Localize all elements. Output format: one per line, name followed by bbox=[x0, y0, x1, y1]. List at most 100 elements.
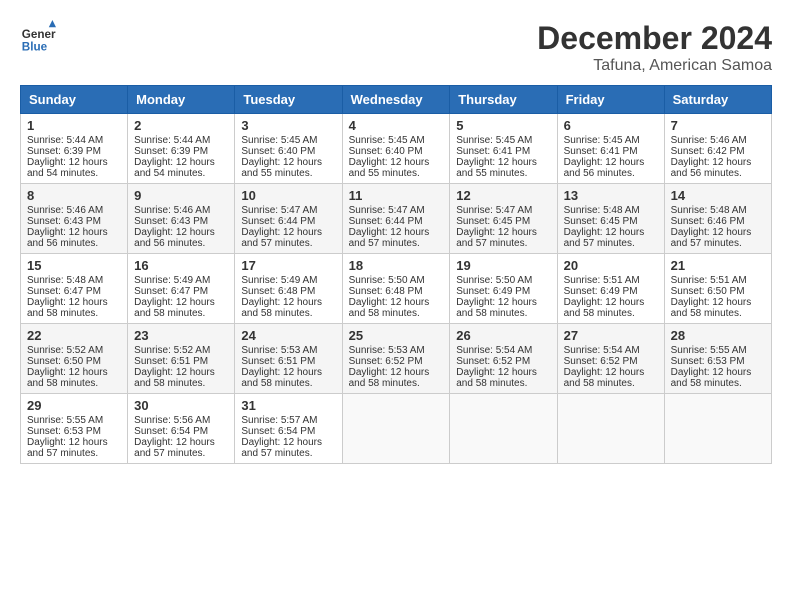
day-number: 6 bbox=[564, 118, 658, 133]
day-number: 27 bbox=[564, 328, 658, 343]
day-cell-12: 12 Sunrise: 5:47 AM Sunset: 6:45 PM Dayl… bbox=[450, 184, 557, 254]
col-saturday: Saturday bbox=[664, 86, 771, 114]
daylight-label: Daylight: 12 hours and 55 minutes. bbox=[241, 157, 322, 179]
day-cell-28: 28 Sunrise: 5:55 AM Sunset: 6:53 PM Dayl… bbox=[664, 324, 771, 394]
sunset-label: Sunset: 6:39 PM bbox=[134, 146, 208, 157]
daylight-label: Daylight: 12 hours and 57 minutes. bbox=[564, 227, 645, 249]
title-section: December 2024 Tafuna, American Samoa bbox=[537, 20, 772, 75]
sunrise-label: Sunrise: 5:45 AM bbox=[456, 135, 532, 146]
day-cell-10: 10 Sunrise: 5:47 AM Sunset: 6:44 PM Dayl… bbox=[235, 184, 342, 254]
day-cell-11: 11 Sunrise: 5:47 AM Sunset: 6:44 PM Dayl… bbox=[342, 184, 450, 254]
empty-cell bbox=[450, 394, 557, 464]
sunrise-label: Sunrise: 5:54 AM bbox=[456, 345, 532, 356]
day-number: 20 bbox=[564, 258, 658, 273]
daylight-label: Daylight: 12 hours and 56 minutes. bbox=[671, 157, 752, 179]
day-cell-8: 8 Sunrise: 5:46 AM Sunset: 6:43 PM Dayli… bbox=[21, 184, 128, 254]
sunset-label: Sunset: 6:52 PM bbox=[456, 356, 530, 367]
col-tuesday: Tuesday bbox=[235, 86, 342, 114]
day-number: 26 bbox=[456, 328, 550, 343]
day-number: 22 bbox=[27, 328, 121, 343]
day-cell-15: 15 Sunrise: 5:48 AM Sunset: 6:47 PM Dayl… bbox=[21, 254, 128, 324]
day-number: 28 bbox=[671, 328, 765, 343]
sunset-label: Sunset: 6:52 PM bbox=[349, 356, 423, 367]
page-header: General Blue December 2024 Tafuna, Ameri… bbox=[20, 20, 772, 75]
sunset-label: Sunset: 6:54 PM bbox=[134, 426, 208, 437]
sunrise-label: Sunrise: 5:48 AM bbox=[27, 275, 103, 286]
day-number: 30 bbox=[134, 398, 228, 413]
sunset-label: Sunset: 6:41 PM bbox=[456, 146, 530, 157]
col-sunday: Sunday bbox=[21, 86, 128, 114]
day-number: 13 bbox=[564, 188, 658, 203]
daylight-label: Daylight: 12 hours and 58 minutes. bbox=[134, 367, 215, 389]
daylight-label: Daylight: 12 hours and 57 minutes. bbox=[134, 437, 215, 459]
day-cell-5: 5 Sunrise: 5:45 AM Sunset: 6:41 PM Dayli… bbox=[450, 114, 557, 184]
col-monday: Monday bbox=[128, 86, 235, 114]
day-number: 4 bbox=[349, 118, 444, 133]
sunrise-label: Sunrise: 5:44 AM bbox=[27, 135, 103, 146]
sunset-label: Sunset: 6:49 PM bbox=[564, 286, 638, 297]
daylight-label: Daylight: 12 hours and 57 minutes. bbox=[241, 227, 322, 249]
sunrise-label: Sunrise: 5:46 AM bbox=[671, 135, 747, 146]
day-cell-6: 6 Sunrise: 5:45 AM Sunset: 6:41 PM Dayli… bbox=[557, 114, 664, 184]
daylight-label: Daylight: 12 hours and 58 minutes. bbox=[27, 297, 108, 319]
sunset-label: Sunset: 6:47 PM bbox=[134, 286, 208, 297]
sunrise-label: Sunrise: 5:54 AM bbox=[564, 345, 640, 356]
daylight-label: Daylight: 12 hours and 57 minutes. bbox=[241, 437, 322, 459]
calendar-table: Sunday Monday Tuesday Wednesday Thursday… bbox=[20, 85, 772, 464]
day-number: 14 bbox=[671, 188, 765, 203]
day-number: 31 bbox=[241, 398, 335, 413]
sunset-label: Sunset: 6:40 PM bbox=[241, 146, 315, 157]
daylight-label: Daylight: 12 hours and 58 minutes. bbox=[241, 367, 322, 389]
day-cell-24: 24 Sunrise: 5:53 AM Sunset: 6:51 PM Dayl… bbox=[235, 324, 342, 394]
daylight-label: Daylight: 12 hours and 55 minutes. bbox=[456, 157, 537, 179]
sunset-label: Sunset: 6:44 PM bbox=[241, 216, 315, 227]
sunset-label: Sunset: 6:51 PM bbox=[241, 356, 315, 367]
sunrise-label: Sunrise: 5:51 AM bbox=[564, 275, 640, 286]
day-number: 11 bbox=[349, 188, 444, 203]
sunrise-label: Sunrise: 5:56 AM bbox=[134, 415, 210, 426]
svg-text:General: General bbox=[22, 28, 56, 41]
day-number: 9 bbox=[134, 188, 228, 203]
day-cell-30: 30 Sunrise: 5:56 AM Sunset: 6:54 PM Dayl… bbox=[128, 394, 235, 464]
sunrise-label: Sunrise: 5:53 AM bbox=[241, 345, 317, 356]
daylight-label: Daylight: 12 hours and 58 minutes. bbox=[456, 367, 537, 389]
sunrise-label: Sunrise: 5:50 AM bbox=[456, 275, 532, 286]
daylight-label: Daylight: 12 hours and 58 minutes. bbox=[671, 297, 752, 319]
sunrise-label: Sunrise: 5:51 AM bbox=[671, 275, 747, 286]
day-number: 1 bbox=[27, 118, 121, 133]
day-cell-13: 13 Sunrise: 5:48 AM Sunset: 6:45 PM Dayl… bbox=[557, 184, 664, 254]
logo: General Blue bbox=[20, 20, 56, 56]
daylight-label: Daylight: 12 hours and 56 minutes. bbox=[134, 227, 215, 249]
sunset-label: Sunset: 6:39 PM bbox=[27, 146, 101, 157]
day-cell-14: 14 Sunrise: 5:48 AM Sunset: 6:46 PM Dayl… bbox=[664, 184, 771, 254]
sunrise-label: Sunrise: 5:47 AM bbox=[349, 205, 425, 216]
day-number: 21 bbox=[671, 258, 765, 273]
sunrise-label: Sunrise: 5:45 AM bbox=[349, 135, 425, 146]
sunset-label: Sunset: 6:51 PM bbox=[134, 356, 208, 367]
sunrise-label: Sunrise: 5:46 AM bbox=[134, 205, 210, 216]
calendar-week-5: 29 Sunrise: 5:55 AM Sunset: 6:53 PM Dayl… bbox=[21, 394, 772, 464]
day-cell-9: 9 Sunrise: 5:46 AM Sunset: 6:43 PM Dayli… bbox=[128, 184, 235, 254]
empty-cell bbox=[557, 394, 664, 464]
daylight-label: Daylight: 12 hours and 58 minutes. bbox=[564, 367, 645, 389]
sunset-label: Sunset: 6:50 PM bbox=[27, 356, 101, 367]
calendar-week-3: 15 Sunrise: 5:48 AM Sunset: 6:47 PM Dayl… bbox=[21, 254, 772, 324]
sunset-label: Sunset: 6:48 PM bbox=[241, 286, 315, 297]
day-number: 8 bbox=[27, 188, 121, 203]
daylight-label: Daylight: 12 hours and 57 minutes. bbox=[27, 437, 108, 459]
svg-text:Blue: Blue bbox=[22, 41, 48, 54]
sunrise-label: Sunrise: 5:49 AM bbox=[134, 275, 210, 286]
daylight-label: Daylight: 12 hours and 54 minutes. bbox=[27, 157, 108, 179]
month-title: December 2024 bbox=[537, 20, 772, 57]
sunset-label: Sunset: 6:47 PM bbox=[27, 286, 101, 297]
sunset-label: Sunset: 6:44 PM bbox=[349, 216, 423, 227]
sunset-label: Sunset: 6:45 PM bbox=[564, 216, 638, 227]
sunrise-label: Sunrise: 5:47 AM bbox=[241, 205, 317, 216]
sunrise-label: Sunrise: 5:47 AM bbox=[456, 205, 532, 216]
day-cell-7: 7 Sunrise: 5:46 AM Sunset: 6:42 PM Dayli… bbox=[664, 114, 771, 184]
day-cell-17: 17 Sunrise: 5:49 AM Sunset: 6:48 PM Dayl… bbox=[235, 254, 342, 324]
col-thursday: Thursday bbox=[450, 86, 557, 114]
day-number: 3 bbox=[241, 118, 335, 133]
day-cell-21: 21 Sunrise: 5:51 AM Sunset: 6:50 PM Dayl… bbox=[664, 254, 771, 324]
daylight-label: Daylight: 12 hours and 58 minutes. bbox=[671, 367, 752, 389]
